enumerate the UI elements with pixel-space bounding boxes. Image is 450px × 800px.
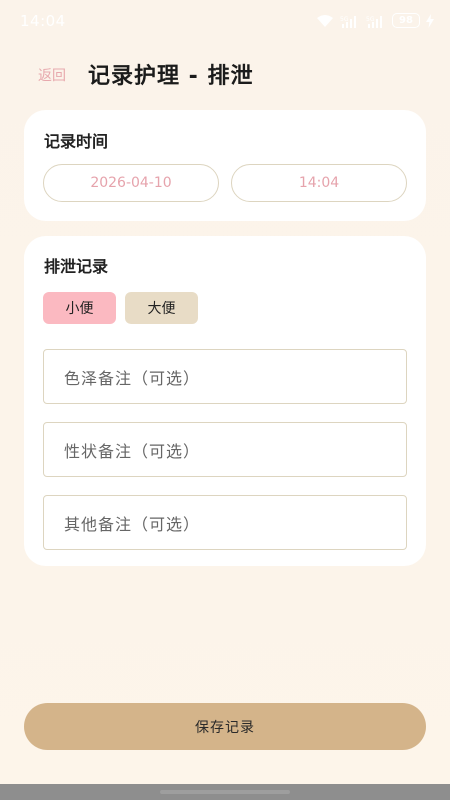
svg-text:5G: 5G xyxy=(340,16,349,23)
time-picker[interactable]: 14:04 xyxy=(231,164,407,202)
home-indicator[interactable] xyxy=(160,790,290,794)
charging-icon xyxy=(426,13,434,28)
svg-text:5G: 5G xyxy=(366,16,375,23)
battery-icon: 98 xyxy=(392,13,420,28)
texture-note-input[interactable]: 性状备注（可选） xyxy=(43,422,407,477)
status-bar: 14:04 5G 5G 98 xyxy=(0,0,450,42)
wifi-icon xyxy=(317,14,333,27)
save-record-button[interactable]: 保存记录 xyxy=(24,703,426,750)
signal-icon-2: 5G xyxy=(366,15,382,28)
system-nav-bar xyxy=(0,784,450,800)
signal-icon: 5G xyxy=(340,15,356,28)
excretion-record-title: 排泄记录 xyxy=(44,257,109,276)
stool-type-button[interactable]: 大便 xyxy=(125,292,198,324)
status-icons: 5G 5G 98 xyxy=(316,13,434,28)
other-note-input[interactable]: 其他备注（可选） xyxy=(43,495,407,550)
color-note-input[interactable]: 色泽备注（可选） xyxy=(43,349,407,404)
header: 返回 记录护理 - 排泄 xyxy=(0,55,450,95)
back-button[interactable]: 返回 xyxy=(38,65,66,85)
record-time-card: 记录时间 2026-04-10 14:04 xyxy=(24,110,426,221)
urine-type-button[interactable]: 小便 xyxy=(43,292,116,324)
page-title: 记录护理 - 排泄 xyxy=(88,64,254,89)
excretion-record-card: 排泄记录 小便 大便 色泽备注（可选） 性状备注（可选） 其他备注（可选） xyxy=(24,236,426,566)
status-time: 14:04 xyxy=(20,12,66,30)
date-picker[interactable]: 2026-04-10 xyxy=(43,164,219,202)
record-time-title: 记录时间 xyxy=(44,132,109,151)
